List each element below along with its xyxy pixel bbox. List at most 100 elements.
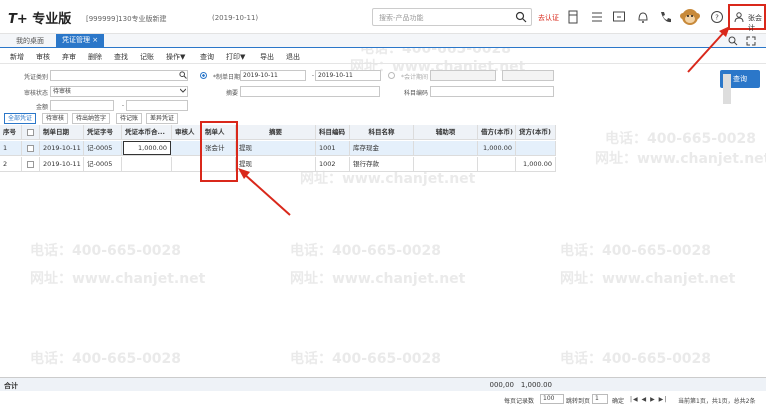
period-from-select[interactable] [430, 70, 496, 81]
table-row[interactable]: 1 2019-10-11 记-0005 1,000.00 张会计 提现 1001… [0, 141, 556, 156]
date-to-input[interactable]: 2019-10-11 [315, 70, 381, 81]
user-menu[interactable]: 张会计 [728, 4, 766, 32]
user-icon [734, 12, 744, 22]
toolbar-exit-button[interactable]: 退出 [286, 52, 300, 62]
watermark-url: 网址：www.chanjet.net [560, 271, 736, 287]
amount-from-input[interactable] [50, 100, 114, 111]
help-icon[interactable]: ? [710, 10, 724, 24]
filter-all-vouchers[interactable]: 全部凭证 [4, 113, 37, 124]
filter-difference[interactable]: 差异凭证 [146, 113, 179, 124]
toolbar-export-button[interactable]: 导出 [260, 52, 274, 62]
toolbar-audit-button[interactable]: 审核 [36, 52, 50, 62]
search-icon[interactable] [179, 71, 187, 79]
toolbar: 新增 审核 弃审 删除 查找 记账 操作▼ 查询 打印▼ 导出 退出 [0, 48, 766, 64]
totals-row: 合计 000,00 1,000.00 [0, 377, 766, 391]
watermark-phone: 电话：400-665-0028 [560, 243, 712, 259]
watermark-phone: 电话：400-665-0028 [290, 351, 442, 367]
settings-list-icon[interactable] [590, 10, 604, 24]
col-header: 贷方(本币) [516, 125, 556, 140]
toolbar-query-button[interactable]: 查询 [200, 52, 214, 62]
period-radio[interactable] [388, 72, 395, 79]
select-all-checkbox[interactable] [27, 129, 34, 136]
toolbar-find-button[interactable]: 查找 [114, 52, 128, 62]
date-from-input[interactable]: 2019-10-11 [240, 70, 306, 81]
pager-info: 当前第1页，共1页，总共2条 [678, 398, 756, 405]
col-header-select[interactable] [22, 125, 40, 140]
voucher-type-input[interactable] [50, 70, 188, 81]
audit-status-select[interactable]: 待审核 [50, 86, 188, 97]
toolbar-print-menu[interactable]: 打印▼ [226, 52, 245, 62]
per-page-label: 每页记录数 [504, 398, 535, 405]
filter-pending-cashier[interactable]: 待出纳签字 [72, 113, 111, 124]
toolbar-new-button[interactable]: 新增 [10, 52, 24, 62]
row-voucher-no[interactable]: 记-0005 [84, 141, 122, 156]
tab-voucher-management[interactable]: 凭证管理 × [56, 34, 105, 48]
account-code-label: 科目编码 [403, 90, 428, 97]
form-scrollbar[interactable] [723, 74, 731, 104]
row-aux [414, 141, 478, 156]
col-header: 辅助项 [414, 125, 478, 140]
calculator-icon[interactable] [566, 10, 580, 24]
row-credit [516, 141, 556, 156]
login-date: (2019-10-11) [212, 14, 259, 22]
search-input[interactable]: 搜索-产品功能 [372, 8, 532, 26]
amount-to-input[interactable] [126, 100, 188, 111]
totals-label: 合计 [4, 382, 18, 390]
row-voucher-no[interactable]: 记-0005 [84, 157, 122, 172]
search-icon[interactable] [515, 11, 527, 23]
row-auditor [172, 141, 202, 156]
row-account-name: 库存现金 [350, 141, 414, 156]
phone-icon[interactable] [658, 10, 672, 24]
goto-confirm-button[interactable]: 确定 [612, 396, 624, 405]
row-total: 1,000.00 [123, 141, 171, 155]
amount-separator: - [121, 102, 124, 109]
toolbar-operate-menu[interactable]: 操作▼ [166, 52, 185, 62]
period-radio-label: *会计期间 [400, 74, 428, 81]
date-separator: - [311, 72, 314, 79]
pager-nav-icons[interactable]: |◀ ◀ ▶ ▶| [630, 396, 667, 403]
app-logo: T+ 专业版 [8, 12, 72, 27]
totals-debit: 000,00 [489, 381, 515, 389]
per-page-input[interactable]: 100 [540, 394, 564, 404]
row-checkbox[interactable] [27, 145, 34, 152]
tab-close-icon[interactable]: × [92, 36, 98, 44]
fullscreen-icon[interactable] [746, 36, 756, 46]
voucher-type-label: 凭证类别 [23, 74, 48, 81]
auth-link[interactable]: 去认证 [538, 13, 559, 23]
row-debit: 1,000.00 [478, 141, 516, 156]
toolbar-unaudit-button[interactable]: 弃审 [62, 52, 76, 62]
row-checkbox[interactable] [27, 161, 34, 168]
toolbar-delete-button[interactable]: 删除 [88, 52, 102, 62]
tab-desktop[interactable]: 我的桌面 [16, 36, 44, 46]
top-bar: T+ 专业版 [999999]130专业版新建 (2019-10-11) 搜索-… [0, 0, 766, 34]
summary-input[interactable] [240, 86, 380, 97]
summary-label: 摘要 [225, 90, 238, 97]
monkey-mascot-icon[interactable] [680, 6, 700, 28]
table-header-row: 序号 制单日期 凭证字号 凭证本币合... 审核人 制单人 摘要 科目编码 科目… [0, 125, 556, 140]
row-auditor [172, 157, 202, 172]
message-icon[interactable] [612, 10, 626, 24]
col-header: 审核人 [172, 125, 202, 140]
col-header: 科目名称 [350, 125, 414, 140]
status-filter-bar: 全部凭证 待审核 待出纳签字 待记账 差异凭证 [0, 113, 766, 125]
totals-credit: 1,000.00 [520, 381, 552, 389]
period-to-select[interactable] [502, 70, 554, 81]
col-header: 凭证字号 [84, 125, 122, 140]
filter-pending-audit[interactable]: 待审核 [42, 113, 69, 124]
goto-page-input[interactable]: 1 [592, 394, 608, 404]
filter-pending-posting[interactable]: 待记账 [116, 113, 143, 124]
watermark-phone: 电话：400-665-0028 [30, 351, 182, 367]
date-radio-label: *制单日期 [212, 74, 240, 81]
watermark-phone: 电话：400-665-0028 [560, 351, 712, 367]
row-summary: 提现 [236, 141, 316, 156]
row-select-cell[interactable] [22, 141, 40, 156]
search-icon[interactable] [728, 36, 738, 46]
row-date: 2019-10-11 [40, 141, 84, 156]
account-code-input[interactable] [430, 86, 554, 97]
toolbar-post-button[interactable]: 记账 [140, 52, 154, 62]
table-row[interactable]: 2 2019-10-11 记-0005 提现 1002 银行存款 1,000.0… [0, 157, 556, 172]
bell-icon[interactable] [636, 10, 650, 24]
row-debit [478, 157, 516, 172]
row-select-cell[interactable] [22, 157, 40, 172]
svg-text:?: ? [715, 14, 719, 22]
